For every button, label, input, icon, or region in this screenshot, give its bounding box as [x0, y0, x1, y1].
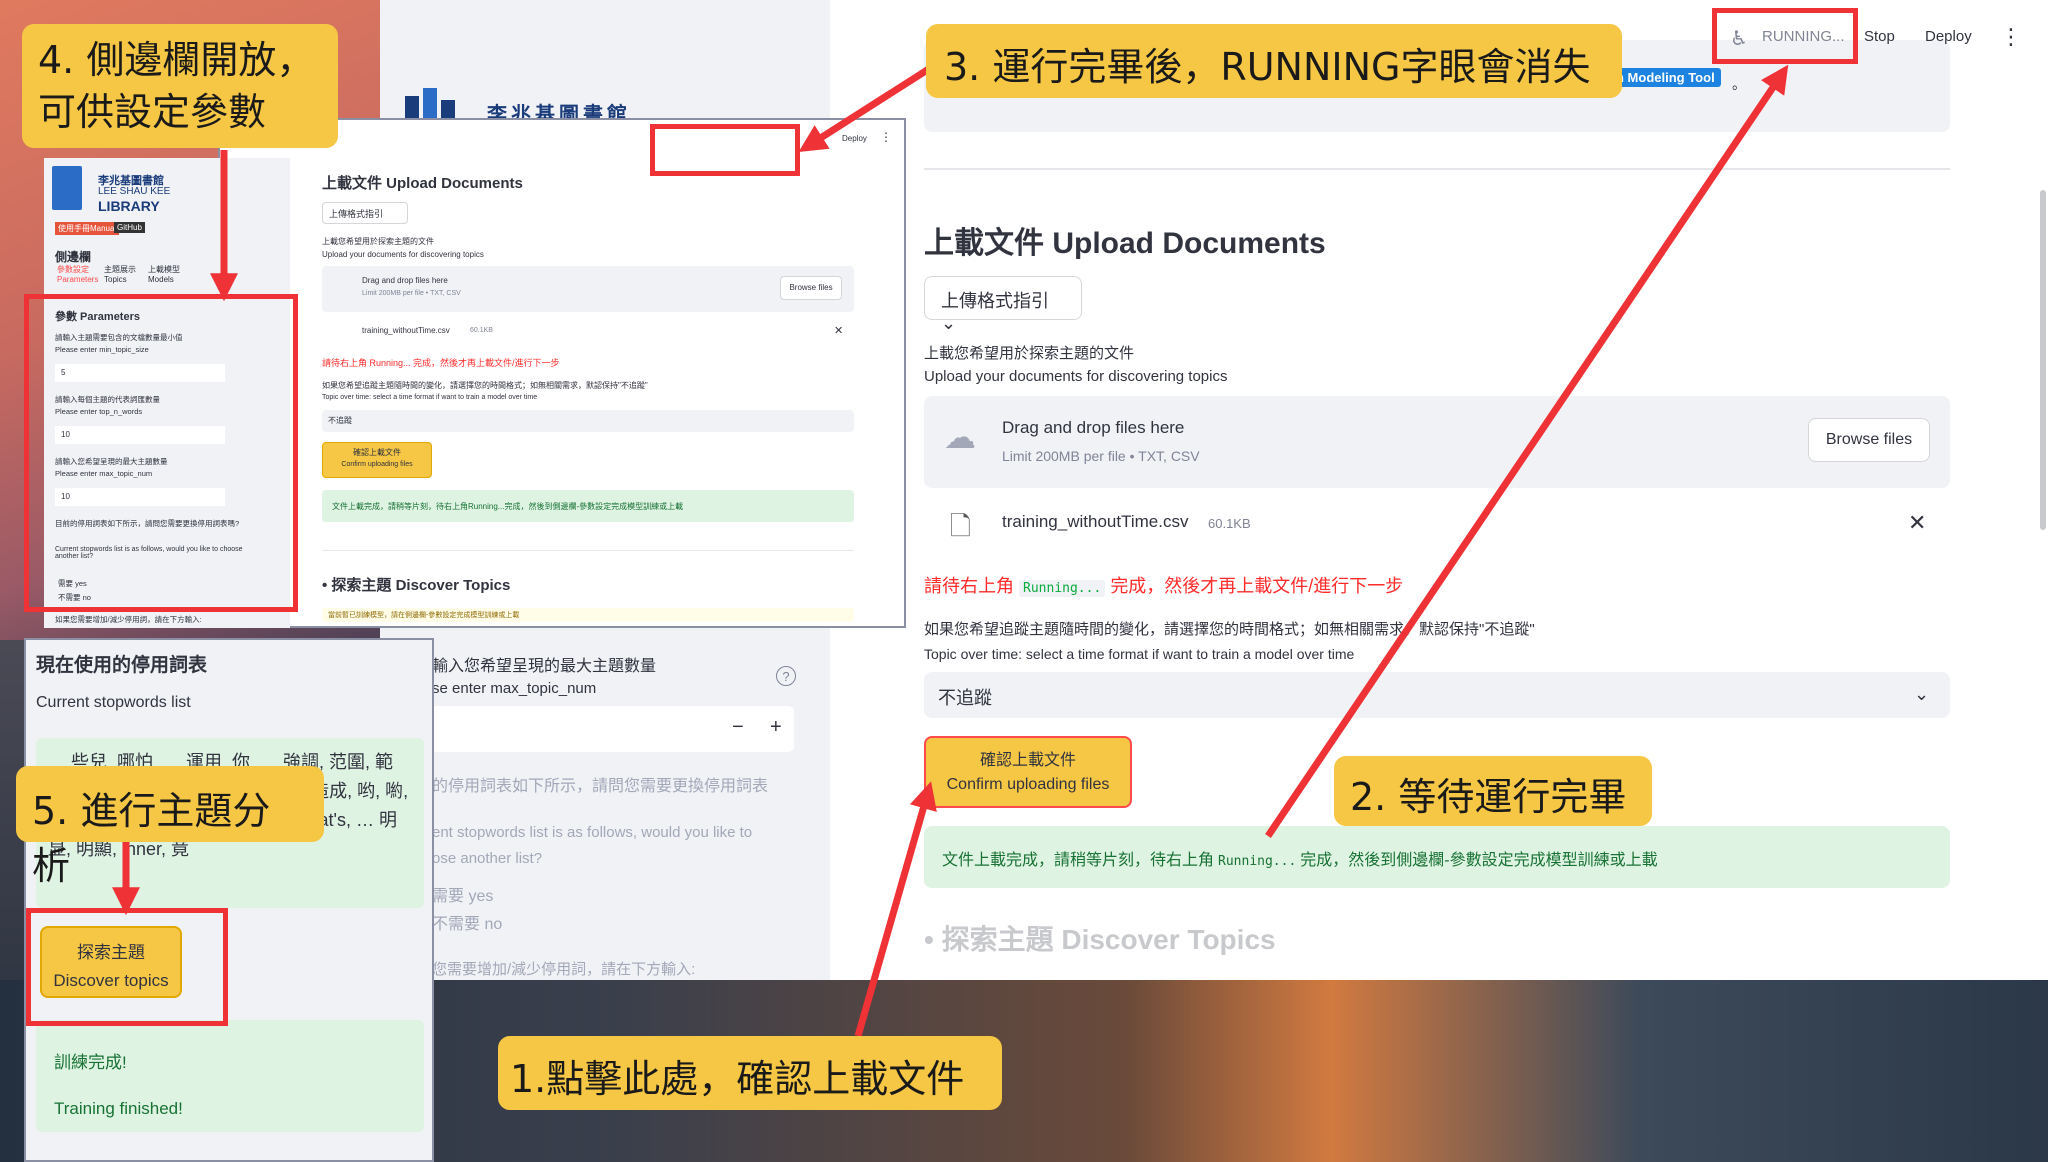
callout-step5: 5. 進行主題分析 [16, 766, 324, 888]
arrow-step1 [854, 781, 937, 1037]
callout-step4: 4. 側邊欄開放， 可供設定參數 [22, 24, 338, 148]
callout-step2: 2. 等待運行完畢 [1334, 756, 1652, 826]
callout-step3: 3. 運行完畢後，RUNNING字眼會消失 [926, 24, 1622, 98]
callout-step1: 1.點擊此處，確認上載文件 [498, 1036, 1002, 1110]
arrow-step2 [1265, 64, 1789, 838]
annotation-arrows [112, 55, 1789, 1037]
